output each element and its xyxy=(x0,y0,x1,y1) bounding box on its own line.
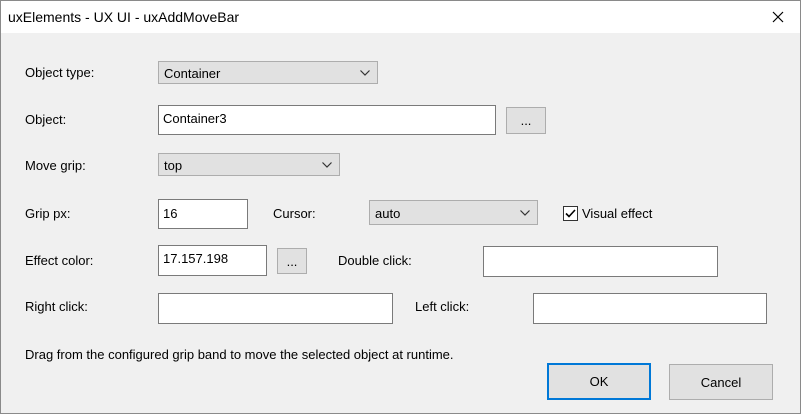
chevron-down-icon xyxy=(360,70,370,76)
object-type-dropdown[interactable]: Container xyxy=(158,61,378,84)
effect-color-label: Effect color: xyxy=(25,253,94,268)
right-click-field[interactable] xyxy=(158,293,393,324)
left-click-label: Left click: xyxy=(415,299,470,314)
title-bar: uxElements - UX UI - uxAddMoveBar xyxy=(1,1,800,33)
chevron-down-icon xyxy=(322,162,332,168)
move-grip-label: Move grip: xyxy=(25,158,86,173)
object-field[interactable]: Container3 xyxy=(158,105,496,135)
dialog-window: uxElements - UX UI - uxAddMoveBar Object… xyxy=(0,0,801,414)
cancel-button[interactable]: Cancel xyxy=(669,364,773,400)
close-button[interactable] xyxy=(764,5,792,29)
left-click-field[interactable] xyxy=(533,293,767,324)
cursor-label: Cursor: xyxy=(273,206,316,221)
grip-px-field[interactable]: 16 xyxy=(158,199,248,229)
chevron-down-icon xyxy=(520,210,530,216)
close-icon xyxy=(772,11,784,23)
cursor-value: auto xyxy=(375,206,401,221)
checkmark-icon xyxy=(565,209,576,218)
effect-color-field[interactable]: 17.157.198 xyxy=(158,245,267,276)
visual-effect-checkbox[interactable] xyxy=(563,206,578,221)
grip-px-label: Grip px: xyxy=(25,206,71,221)
window-title: uxElements - UX UI - uxAddMoveBar xyxy=(8,9,240,25)
object-label: Object: xyxy=(25,112,67,127)
hint-text: Drag from the configured grip band to mo… xyxy=(25,347,454,362)
ok-button[interactable]: OK xyxy=(547,363,651,400)
object-type-value: Container xyxy=(164,66,221,81)
move-grip-value: top xyxy=(164,158,183,173)
effect-color-browse-button[interactable]: ... xyxy=(277,248,307,274)
double-click-label: Double click: xyxy=(338,253,412,268)
move-grip-dropdown[interactable]: top xyxy=(158,153,340,176)
visual-effect-label: Visual effect xyxy=(582,206,653,221)
object-browse-button[interactable]: ... xyxy=(506,107,546,134)
cursor-dropdown[interactable]: auto xyxy=(369,200,538,225)
right-click-label: Right click: xyxy=(25,299,88,314)
double-click-field[interactable] xyxy=(483,246,718,277)
object-type-label: Object type: xyxy=(25,65,95,80)
